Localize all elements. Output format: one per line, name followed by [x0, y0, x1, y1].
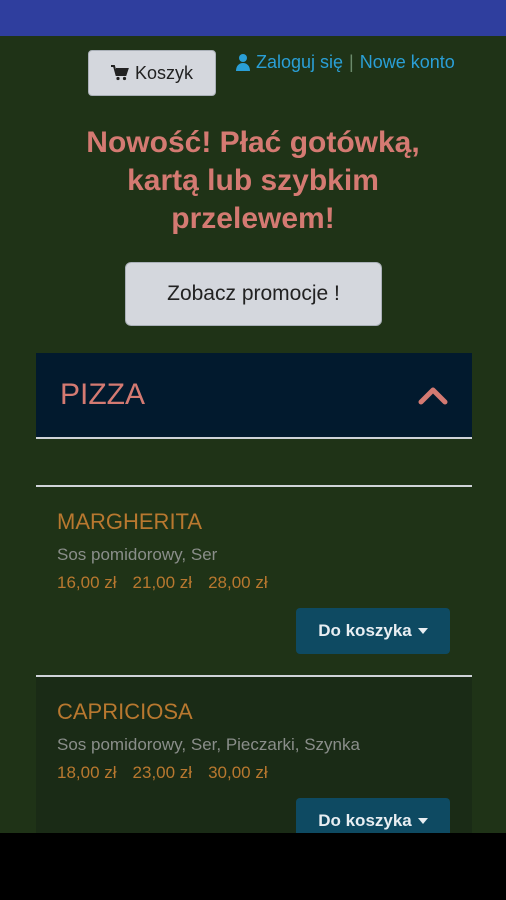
add-to-cart-label: Do koszyka [318, 811, 412, 830]
caret-down-icon [417, 628, 428, 634]
cart-icon [110, 65, 129, 81]
price-medium: 23,00 zł [132, 763, 193, 782]
chevron-up-icon [418, 387, 448, 405]
add-to-cart-button[interactable]: Do koszyka [296, 608, 450, 654]
add-to-cart-button[interactable]: Do koszyka [296, 798, 450, 833]
price-large: 30,00 zł [208, 763, 268, 782]
see-promotions-button[interactable]: Zobacz promocje ! [125, 262, 382, 326]
link-separator: | [349, 51, 354, 72]
promo-headline-line3: przelewem! [171, 202, 335, 235]
add-to-cart-label: Do koszyka [318, 621, 412, 640]
product-name: MARGHERITA [57, 509, 203, 534]
status-bar [0, 0, 506, 36]
cart-button-label: Koszyk [134, 62, 194, 83]
product-prices: 16,00 zł 21,00 zł 28,00 zł [57, 573, 268, 593]
product-name: CAPRICIOSA [57, 699, 193, 724]
login-link[interactable]: Zaloguj się [256, 52, 343, 73]
navigation-bar [0, 833, 506, 900]
list-item: MARGHERITA Sos pomidorowy, Ser 16,00 zł … [36, 487, 472, 675]
promo-headline: Nowość! Płać gotówką, kartą lub szybkim … [30, 124, 476, 238]
register-link[interactable]: Nowe konto [360, 52, 455, 73]
cart-button[interactable]: Koszyk [88, 50, 216, 96]
caret-down-icon [417, 818, 428, 824]
product-prices: 18,00 zł 23,00 zł 30,00 zł [57, 763, 268, 783]
price-medium: 21,00 zł [132, 573, 193, 592]
product-description: Sos pomidorowy, Ser [57, 545, 218, 564]
price-large: 28,00 zł [208, 573, 268, 592]
promo-headline-line2: kartą lub szybkim [127, 164, 379, 197]
price-small: 18,00 zł [57, 763, 117, 782]
list-item: CAPRICIOSA Sos pomidorowy, Ser, Pieczark… [36, 677, 472, 833]
page-content: Koszyk Zaloguj się | Nowe konto Nowość! … [0, 36, 506, 833]
category-header-pizza[interactable]: PIZZA [36, 353, 472, 439]
product-description: Sos pomidorowy, Ser, Pieczarki, Szynka [57, 735, 360, 754]
promo-headline-line1: Nowość! Płać gotówką, [86, 126, 420, 159]
account-links: Zaloguj się | Nowe konto [236, 50, 455, 74]
category-title: PIZZA [60, 378, 146, 411]
user-icon [236, 54, 250, 71]
price-small: 16,00 zł [57, 573, 117, 592]
